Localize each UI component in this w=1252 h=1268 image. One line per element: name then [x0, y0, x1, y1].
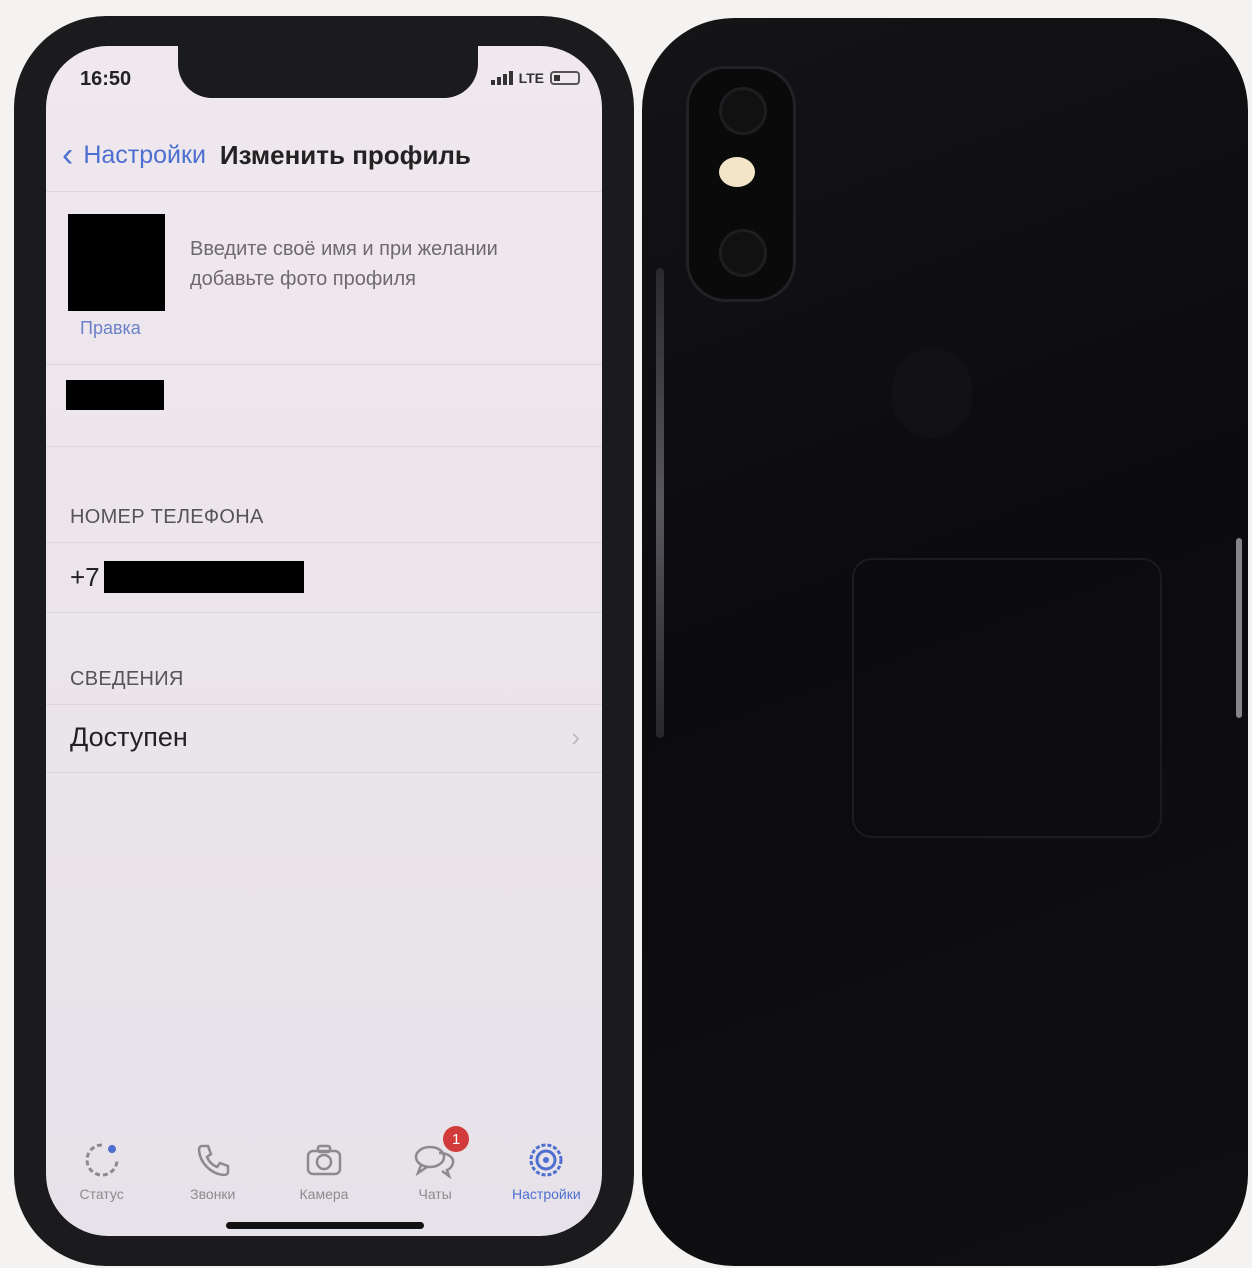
divider	[46, 612, 602, 613]
phone-number-row: +7	[70, 561, 304, 593]
phone-prefix: +7	[70, 561, 100, 592]
divider	[46, 446, 602, 447]
edit-photo-link[interactable]: Правка	[80, 318, 141, 339]
phone-front: 16:50 LTE ‹ Настройки Изменить профиль П…	[14, 16, 634, 1266]
avatar[interactable]	[68, 214, 165, 311]
flash-icon	[719, 157, 755, 187]
tab-label: Настройки	[512, 1186, 581, 1202]
tab-status[interactable]: Статус	[52, 1140, 152, 1230]
camera-lens-icon	[719, 87, 767, 135]
profile-hint: Введите своё имя и при желании добавьте …	[190, 238, 498, 290]
phone-icon	[193, 1140, 233, 1180]
status-indicators: LTE	[490, 70, 580, 86]
phone-back	[642, 18, 1248, 1266]
signal-icon	[490, 71, 513, 85]
divider	[46, 704, 602, 705]
tab-label: Звонки	[190, 1186, 236, 1202]
back-button[interactable]: Настройки	[83, 141, 206, 170]
battery-icon	[550, 71, 580, 85]
tab-label: Статус	[79, 1186, 124, 1202]
chevron-right-icon: ›	[571, 722, 580, 752]
about-row[interactable]: Доступен ›	[70, 722, 580, 753]
phone-number-redacted	[103, 561, 304, 593]
phone-screen: 16:50 LTE ‹ Настройки Изменить профиль П…	[46, 46, 602, 1236]
unread-badge: 1	[443, 1126, 470, 1152]
camera-icon	[304, 1140, 344, 1180]
about-value: Доступен	[70, 722, 188, 752]
settings-icon	[526, 1140, 566, 1180]
divider	[46, 772, 602, 773]
about-section-header: СВЕДЕНИЯ	[70, 668, 184, 690]
back-chevron-icon[interactable]: ‹	[62, 138, 73, 172]
tab-label: Камера	[299, 1186, 349, 1202]
tab-label: Чаты	[418, 1186, 452, 1202]
back-reflection	[852, 558, 1162, 838]
divider	[46, 364, 602, 365]
edge-reflection	[656, 268, 664, 738]
notch	[178, 46, 478, 98]
tab-bar: Статус Звонки Камера 1 Чаты Настройки	[46, 1126, 602, 1230]
camera-lens-icon	[719, 229, 767, 277]
status-time: 16:50	[80, 68, 132, 90]
home-indicator[interactable]	[226, 1222, 424, 1229]
divider	[46, 542, 602, 543]
tab-camera[interactable]: Камера	[274, 1140, 374, 1230]
camera-module	[686, 66, 796, 302]
edge-reflection	[1236, 538, 1242, 718]
divider	[46, 191, 602, 192]
page-title: Изменить профиль	[219, 139, 471, 170]
network-label: LTE	[518, 70, 544, 86]
status-icon	[82, 1140, 122, 1180]
tab-settings[interactable]: Настройки	[496, 1140, 596, 1230]
apple-logo-icon	[892, 348, 972, 438]
nav-bar: ‹ Настройки Изменить профиль	[62, 138, 471, 172]
phone-section-header: НОМЕР ТЕЛЕФОНА	[70, 506, 264, 528]
tab-calls[interactable]: Звонки	[163, 1140, 263, 1230]
tab-chats[interactable]: 1 Чаты	[385, 1126, 485, 1230]
name-field-redacted[interactable]	[66, 380, 164, 410]
